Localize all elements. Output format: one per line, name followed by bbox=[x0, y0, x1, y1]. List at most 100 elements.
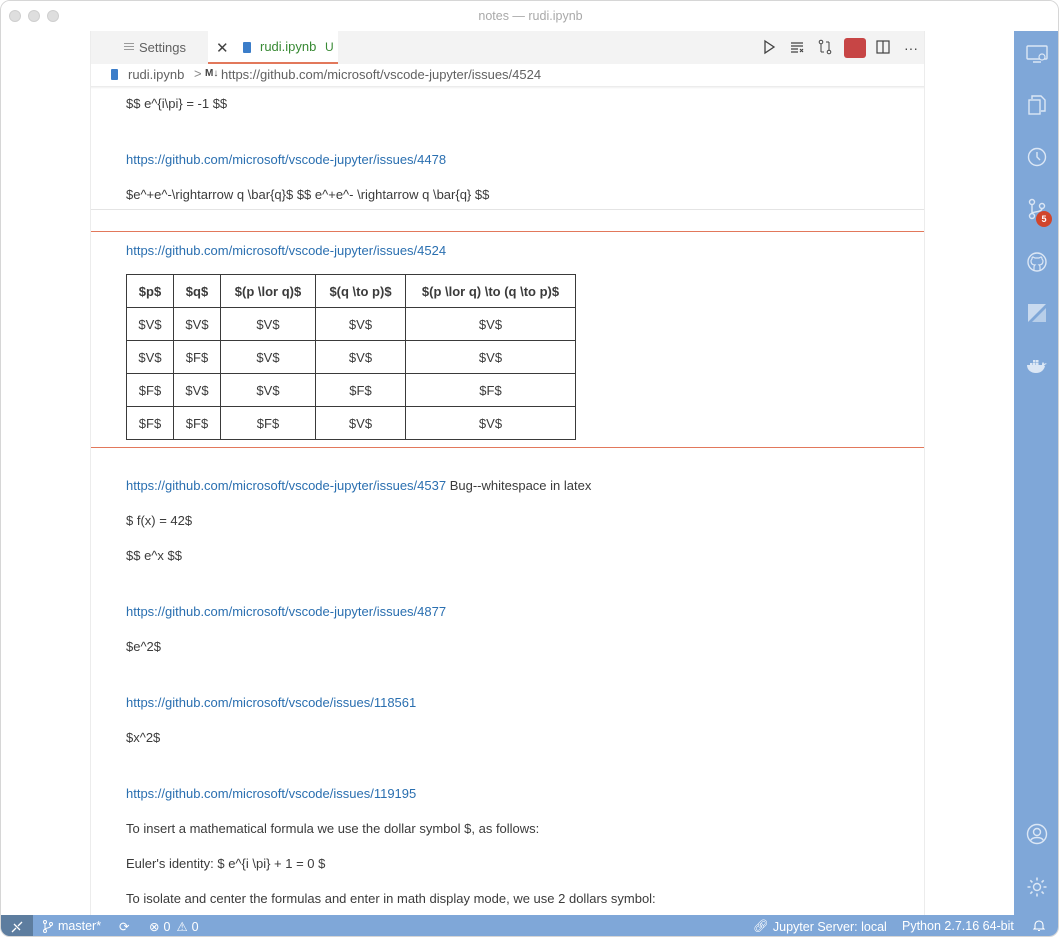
table-cell: $V$ bbox=[315, 307, 406, 341]
error-icon: ⊗ bbox=[149, 920, 160, 934]
split-editor-icon[interactable] bbox=[874, 39, 892, 57]
table-cell: $F$ bbox=[173, 406, 221, 440]
table-header-row: $p$ $q$ $(p \lor q)$ $(q \to p)$ $(p \lo… bbox=[126, 274, 576, 308]
cell1-math-line: $$ e^{i\pi} = -1 $$ bbox=[126, 96, 228, 111]
cell5-math: $x^2$ bbox=[126, 730, 161, 745]
breadcrumb-separator: > bbox=[194, 66, 202, 81]
plug-icon: 🔗︎ bbox=[753, 919, 769, 933]
cell3-line: https://github.com/microsoft/vscode-jupy… bbox=[126, 478, 591, 493]
settings-gear-icon[interactable] bbox=[1026, 876, 1048, 898]
cell6-text-line3: To isolate and center the formulas and e… bbox=[126, 891, 656, 906]
warning-count: 0 bbox=[191, 919, 199, 934]
table-row: $F$ $F$ $F$ $V$ $V$ bbox=[126, 406, 576, 440]
remote-explorer-icon[interactable] bbox=[1026, 43, 1048, 65]
window-title: notes — rudi.ipynb bbox=[478, 9, 583, 23]
table-cell: $V$ bbox=[126, 340, 174, 374]
warning-icon: ⚠ bbox=[176, 920, 188, 934]
python-interpreter[interactable]: Python 2.7.16 64-bit bbox=[902, 919, 1014, 933]
breadcrumb: rudi.ipynb > M↓ https://github.com/micro… bbox=[91, 64, 924, 86]
sync-icon[interactable]: ⟳ bbox=[119, 919, 129, 934]
run-all-icon[interactable] bbox=[760, 39, 778, 57]
table-cell: $F$ bbox=[315, 373, 406, 407]
markdown-icon: M↓ bbox=[205, 68, 219, 79]
notebook-file-icon bbox=[111, 69, 118, 80]
table-row: $F$ $V$ $V$ $F$ $F$ bbox=[126, 373, 576, 407]
notebook-editor: Settings ✕ rudi.ipynb U ··· rudi.ipynb >… bbox=[90, 31, 925, 915]
table-cell: $V$ bbox=[220, 307, 316, 341]
cell4-math: $e^2$ bbox=[126, 639, 162, 654]
explorer-icon[interactable] bbox=[1026, 94, 1048, 116]
breadcrumb-file[interactable]: rudi.ipynb bbox=[128, 67, 184, 82]
jupyter-server-status[interactable]: 🔗︎ Jupyter Server: local bbox=[753, 919, 887, 934]
cell3-math-inline: $ f(x) = 42$ bbox=[126, 513, 193, 528]
untracked-badge: U bbox=[325, 40, 334, 54]
cell-divider bbox=[91, 209, 924, 210]
table-header: $q$ bbox=[173, 274, 221, 308]
tab-rudi-ipynb[interactable]: ✕ rudi.ipynb U bbox=[208, 31, 338, 64]
table-cell: $V$ bbox=[405, 307, 576, 341]
table-cell: $V$ bbox=[315, 406, 406, 440]
table-header: $(p \lor q) \to (q \to p)$ bbox=[405, 274, 576, 308]
editor-actions: ··· bbox=[746, 31, 924, 64]
table-cell: $V$ bbox=[173, 373, 221, 407]
tab-settings-label: Settings bbox=[139, 40, 186, 55]
tab-rudi-label: rudi.ipynb bbox=[260, 39, 317, 54]
cell6-text-line2: Euler's identity: $ e^{i \pi} + 1 = 0 $ bbox=[126, 856, 326, 871]
github-icon[interactable] bbox=[1026, 251, 1048, 273]
table-row: $V$ $F$ $V$ $V$ $V$ bbox=[126, 340, 576, 374]
timeline-icon[interactable] bbox=[1026, 146, 1048, 168]
problems-indicator[interactable]: ⊗ 0 ⚠ 0 bbox=[149, 919, 199, 935]
table-cell: $V$ bbox=[126, 307, 174, 341]
table-cell: $V$ bbox=[173, 307, 221, 341]
more-actions-icon[interactable]: ··· bbox=[902, 39, 920, 57]
breadcrumb-cell[interactable]: https://github.com/microsoft/vscode-jupy… bbox=[221, 67, 541, 82]
title-bar: notes — rudi.ipynb bbox=[1, 1, 1058, 31]
stop-button[interactable] bbox=[844, 38, 866, 58]
table-cell: $V$ bbox=[220, 373, 316, 407]
docker-icon[interactable] bbox=[1026, 355, 1048, 377]
table-cell: $V$ bbox=[315, 340, 406, 374]
focused-cell-bottom-border bbox=[91, 447, 924, 448]
jupyter-server-label: Jupyter Server: local bbox=[772, 919, 887, 934]
git-branch-icon bbox=[43, 919, 53, 933]
close-icon[interactable]: ✕ bbox=[216, 39, 229, 57]
activity-bar bbox=[1014, 31, 1058, 915]
table-cell: $F$ bbox=[173, 340, 221, 374]
cell6-text-line1: To insert a mathematical formula we use … bbox=[126, 821, 540, 836]
branch-indicator[interactable]: master* bbox=[42, 919, 101, 933]
table-cell: $V$ bbox=[405, 406, 576, 440]
cell4-link[interactable]: https://github.com/microsoft/vscode-jupy… bbox=[126, 604, 446, 619]
source-control-badge: 5 bbox=[1036, 211, 1052, 227]
account-icon[interactable] bbox=[1026, 823, 1048, 845]
cell1-link[interactable]: https://github.com/microsoft/vscode-jupy… bbox=[126, 152, 446, 167]
table-cell: $V$ bbox=[405, 340, 576, 374]
cell3-math-display: $$ e^x $$ bbox=[126, 548, 182, 563]
table-cell: $V$ bbox=[220, 340, 316, 374]
branch-name: master* bbox=[58, 919, 102, 933]
tab-bar: Settings ✕ rudi.ipynb U ··· bbox=[91, 31, 924, 64]
cell1-math-inline: $e^+e^-\rightarrow q \bar{q}$ $$ e^+e^- … bbox=[126, 187, 490, 202]
status-bar: master* ⟳ ⊗ 0 ⚠ 0 🔗︎ Jupyter Server: loc… bbox=[1, 915, 1058, 936]
extensions-icon[interactable] bbox=[1026, 302, 1048, 324]
notifications-bell-icon[interactable] bbox=[1033, 919, 1045, 932]
cell3-link[interactable]: https://github.com/microsoft/vscode-jupy… bbox=[126, 478, 446, 493]
cell6-link[interactable]: https://github.com/microsoft/vscode/issu… bbox=[126, 786, 416, 801]
cell2-link[interactable]: https://github.com/microsoft/vscode-jupy… bbox=[126, 243, 446, 258]
cell3-link-suffix: Bug--whitespace in latex bbox=[446, 478, 592, 493]
table-cell: $F$ bbox=[220, 406, 316, 440]
variables-diff-icon[interactable] bbox=[816, 39, 834, 57]
table-row: $V$ $V$ $V$ $V$ $V$ bbox=[126, 307, 576, 341]
table-cell: $F$ bbox=[126, 373, 174, 407]
focused-cell-top-border bbox=[91, 231, 924, 232]
remote-indicator-icon[interactable] bbox=[1, 915, 33, 936]
table-header: $p$ bbox=[126, 274, 174, 308]
notebook-cells[interactable]: $$ e^{i\pi} = -1 $$ https://github.com/m… bbox=[91, 89, 924, 915]
settings-file-icon bbox=[124, 41, 134, 53]
table-header: $(q \to p)$ bbox=[315, 274, 406, 308]
vscode-window: notes — rudi.ipynb Settings ✕ rudi.ipynb… bbox=[0, 0, 1059, 937]
table-cell: $F$ bbox=[405, 373, 576, 407]
clear-outputs-icon[interactable] bbox=[788, 39, 806, 57]
table-header: $(p \lor q)$ bbox=[220, 274, 316, 308]
notebook-file-icon bbox=[243, 42, 251, 53]
cell5-link[interactable]: https://github.com/microsoft/vscode/issu… bbox=[126, 695, 416, 710]
